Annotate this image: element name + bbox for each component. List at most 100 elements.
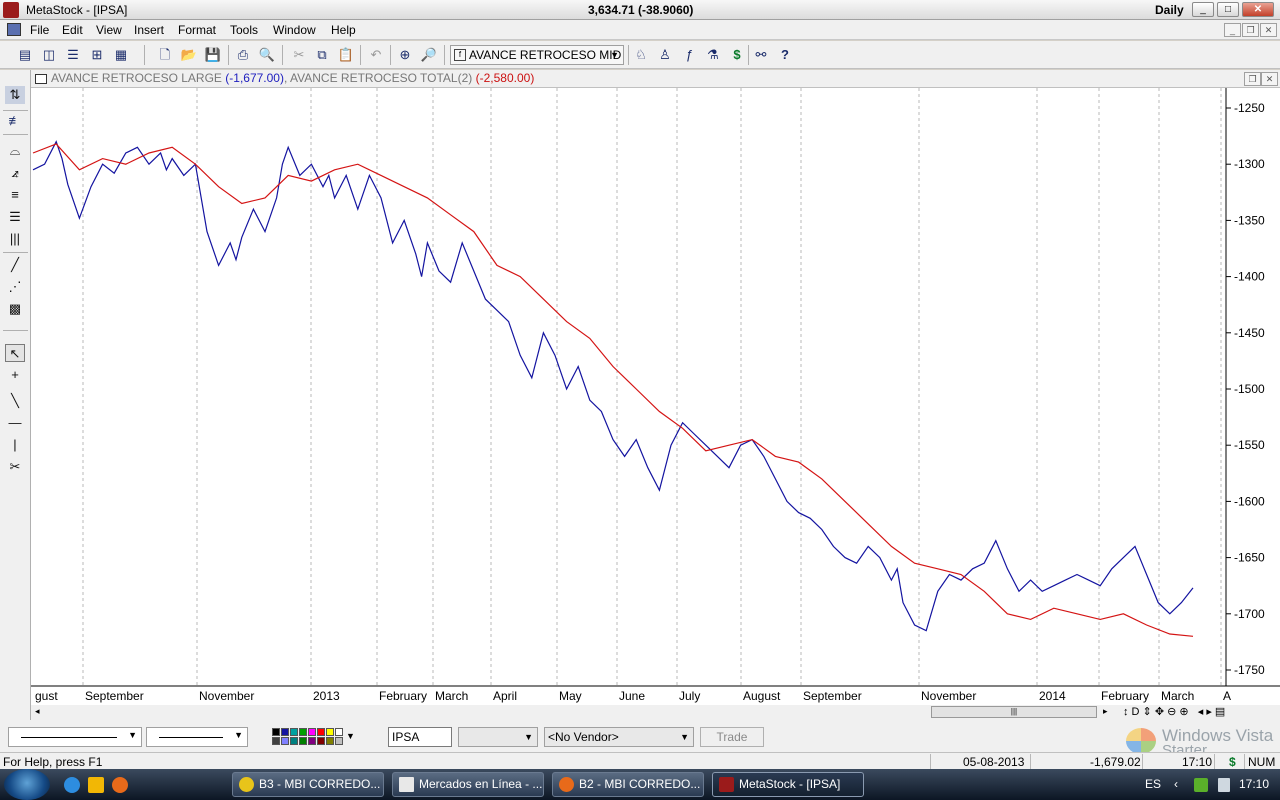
mdi-close-button[interactable]: ✕ bbox=[1260, 23, 1277, 37]
line-style-select[interactable]: ▼ bbox=[8, 727, 142, 747]
fibonacci-tool-icon[interactable]: ≡ bbox=[5, 186, 25, 204]
color-swatch[interactable] bbox=[290, 728, 298, 736]
scroll-thumb[interactable]: ||| bbox=[931, 706, 1097, 718]
pointer-tool-icon[interactable]: ↖ bbox=[5, 344, 25, 362]
security-select[interactable]: ▼ bbox=[458, 727, 538, 747]
dollar-icon[interactable]: $ bbox=[728, 46, 746, 64]
scroll-left-icon[interactable]: ◂ bbox=[35, 706, 40, 717]
cycle-lines-icon[interactable]: ||| bbox=[5, 230, 25, 248]
color-swatch[interactable] bbox=[272, 737, 280, 745]
color-swatch[interactable] bbox=[335, 737, 343, 745]
toolbar-handle-icon[interactable]: ⇅ bbox=[5, 86, 25, 104]
crosshair-tool-icon[interactable]: + bbox=[5, 366, 25, 384]
horizontal-scrollbar[interactable]: ◂ ||| ▸ ↕ D ⇕ ✥ ⊖ ⊕ ◂ ▸ ▤ bbox=[31, 705, 1280, 720]
color-swatch[interactable] bbox=[299, 737, 307, 745]
color-swatch[interactable] bbox=[335, 728, 343, 736]
color-swatch[interactable] bbox=[326, 737, 334, 745]
help-icon[interactable]: ? bbox=[776, 46, 794, 64]
indicator-builder-icon[interactable]: ≢ bbox=[5, 112, 25, 130]
menu-edit[interactable]: Edit bbox=[62, 23, 83, 37]
color-swatch[interactable] bbox=[317, 728, 325, 736]
new-icon[interactable]: 🗋 bbox=[156, 46, 174, 64]
save-icon[interactable]: 💾 bbox=[204, 46, 222, 64]
mdi-restore-button[interactable]: ❐ bbox=[1242, 23, 1259, 37]
color-swatch[interactable] bbox=[281, 737, 289, 745]
network-tray-icon[interactable] bbox=[1218, 778, 1230, 792]
minimize-button[interactable]: _ bbox=[1192, 2, 1214, 17]
tile-rows-icon[interactable]: ☰ bbox=[64, 46, 82, 64]
binoculars-icon[interactable]: ⚯ bbox=[752, 46, 770, 64]
chart-nav-icons[interactable]: ↕ D ⇕ ✥ ⊖ ⊕ ◂ ▸ ▤ bbox=[1123, 705, 1225, 718]
undo-icon[interactable]: ↶ bbox=[367, 46, 385, 64]
expert-icon[interactable]: ♘ bbox=[632, 46, 650, 64]
color-swatch[interactable] bbox=[326, 728, 334, 736]
print-preview-icon[interactable]: 🔍 bbox=[258, 46, 276, 64]
smart-chart-icon[interactable]: ▦ bbox=[112, 46, 130, 64]
task-firefox-b2[interactable]: B2 - MBI CORREDO... bbox=[552, 772, 704, 797]
crosshair-icon[interactable]: ⊕ bbox=[396, 46, 414, 64]
task-metastock[interactable]: MetaStock - [IPSA] bbox=[712, 772, 864, 797]
color-swatch[interactable] bbox=[272, 728, 280, 736]
system-tester-icon[interactable]: ⚗ bbox=[704, 46, 722, 64]
fan-tool-icon[interactable]: ⦨ bbox=[5, 164, 25, 182]
paste-icon[interactable]: 📋 bbox=[337, 46, 355, 64]
menu-tools[interactable]: Tools bbox=[230, 23, 258, 37]
color-swatch[interactable] bbox=[299, 728, 307, 736]
copy-icon[interactable]: ⧉ bbox=[313, 46, 331, 64]
chart-close-button[interactable]: ✕ bbox=[1261, 72, 1278, 86]
color-swatch[interactable] bbox=[317, 737, 325, 745]
menu-window[interactable]: Window bbox=[273, 23, 316, 37]
chart-restore-button[interactable]: ❐ bbox=[1244, 72, 1261, 86]
menu-format[interactable]: Format bbox=[178, 23, 216, 37]
menu-help[interactable]: Help bbox=[331, 23, 356, 37]
mdi-minimize-button[interactable]: _ bbox=[1224, 23, 1241, 37]
trendline-tool-icon[interactable]: ╱ bbox=[5, 256, 25, 274]
indicator-quicklist[interactable]: f AVANCE RETROCESO MID ▼ bbox=[450, 45, 624, 65]
language-indicator[interactable]: ES bbox=[1145, 777, 1161, 791]
restore-button[interactable]: □ bbox=[1217, 2, 1239, 17]
media-player-icon[interactable] bbox=[88, 777, 104, 793]
close-button[interactable]: ✕ bbox=[1242, 2, 1274, 17]
menu-insert[interactable]: Insert bbox=[134, 23, 164, 37]
color-swatch[interactable] bbox=[308, 737, 316, 745]
vertical-line-icon[interactable]: | bbox=[5, 436, 25, 454]
print-icon[interactable]: ⎙ bbox=[234, 46, 252, 64]
gann-fan-icon[interactable]: ⋰ bbox=[5, 278, 25, 296]
color-swatch[interactable] bbox=[281, 728, 289, 736]
trade-button[interactable]: Trade bbox=[700, 727, 764, 747]
vendor-select[interactable]: <No Vendor> ▼ bbox=[544, 727, 694, 747]
tile-columns-icon[interactable]: ◫ bbox=[40, 46, 58, 64]
color-swatch[interactable] bbox=[308, 728, 316, 736]
grid-icon[interactable]: ⊞ bbox=[88, 46, 106, 64]
zoom-icon[interactable]: 🔎 bbox=[420, 46, 438, 64]
security-tray-icon[interactable] bbox=[1194, 778, 1208, 792]
retracement-tool-icon[interactable]: ☰ bbox=[5, 208, 25, 226]
line-weight-select[interactable]: ▼ bbox=[146, 727, 248, 747]
ie-icon[interactable] bbox=[64, 777, 80, 793]
firefox-icon[interactable] bbox=[112, 777, 128, 793]
start-button[interactable] bbox=[4, 769, 50, 800]
horizontal-line-icon[interactable]: — bbox=[5, 414, 25, 432]
line-tool-icon[interactable]: ╲ bbox=[5, 392, 25, 410]
price-chart[interactable]: -1250 -1300 -1350 -1400 -1450 -1500 -1550 -1600… bbox=[31, 88, 1280, 705]
menu-file[interactable]: File bbox=[30, 23, 49, 37]
task-chrome-b3[interactable]: B3 - MBI CORREDO... bbox=[232, 772, 384, 797]
arc-tool-icon[interactable]: ⌓ bbox=[5, 142, 25, 160]
task-mercados[interactable]: Mercados en Línea - ... bbox=[392, 772, 544, 797]
cut-icon[interactable]: ✂ bbox=[290, 46, 308, 64]
document-icon[interactable] bbox=[7, 23, 21, 36]
scroll-right-icon[interactable]: ▸ bbox=[1103, 706, 1108, 717]
taskbar-clock[interactable]: 17:10 bbox=[1239, 777, 1269, 791]
color-swatch[interactable] bbox=[290, 737, 298, 745]
periodicity-label[interactable]: Daily bbox=[1155, 3, 1184, 17]
tile-vertical-icon[interactable]: ▤ bbox=[16, 46, 34, 64]
color-palette[interactable]: ▼ bbox=[272, 727, 355, 747]
open-icon[interactable]: 📂 bbox=[180, 46, 198, 64]
symbol-input[interactable] bbox=[388, 727, 452, 747]
tray-expand-icon[interactable]: ‹ bbox=[1174, 777, 1178, 791]
gann-grid-icon[interactable]: ▩ bbox=[5, 300, 25, 318]
symbol-tool-icon[interactable]: ✂ bbox=[5, 458, 25, 476]
explorer-icon[interactable]: ♙ bbox=[656, 46, 674, 64]
formula-icon[interactable]: ƒ bbox=[680, 46, 698, 64]
menu-view[interactable]: View bbox=[96, 23, 122, 37]
